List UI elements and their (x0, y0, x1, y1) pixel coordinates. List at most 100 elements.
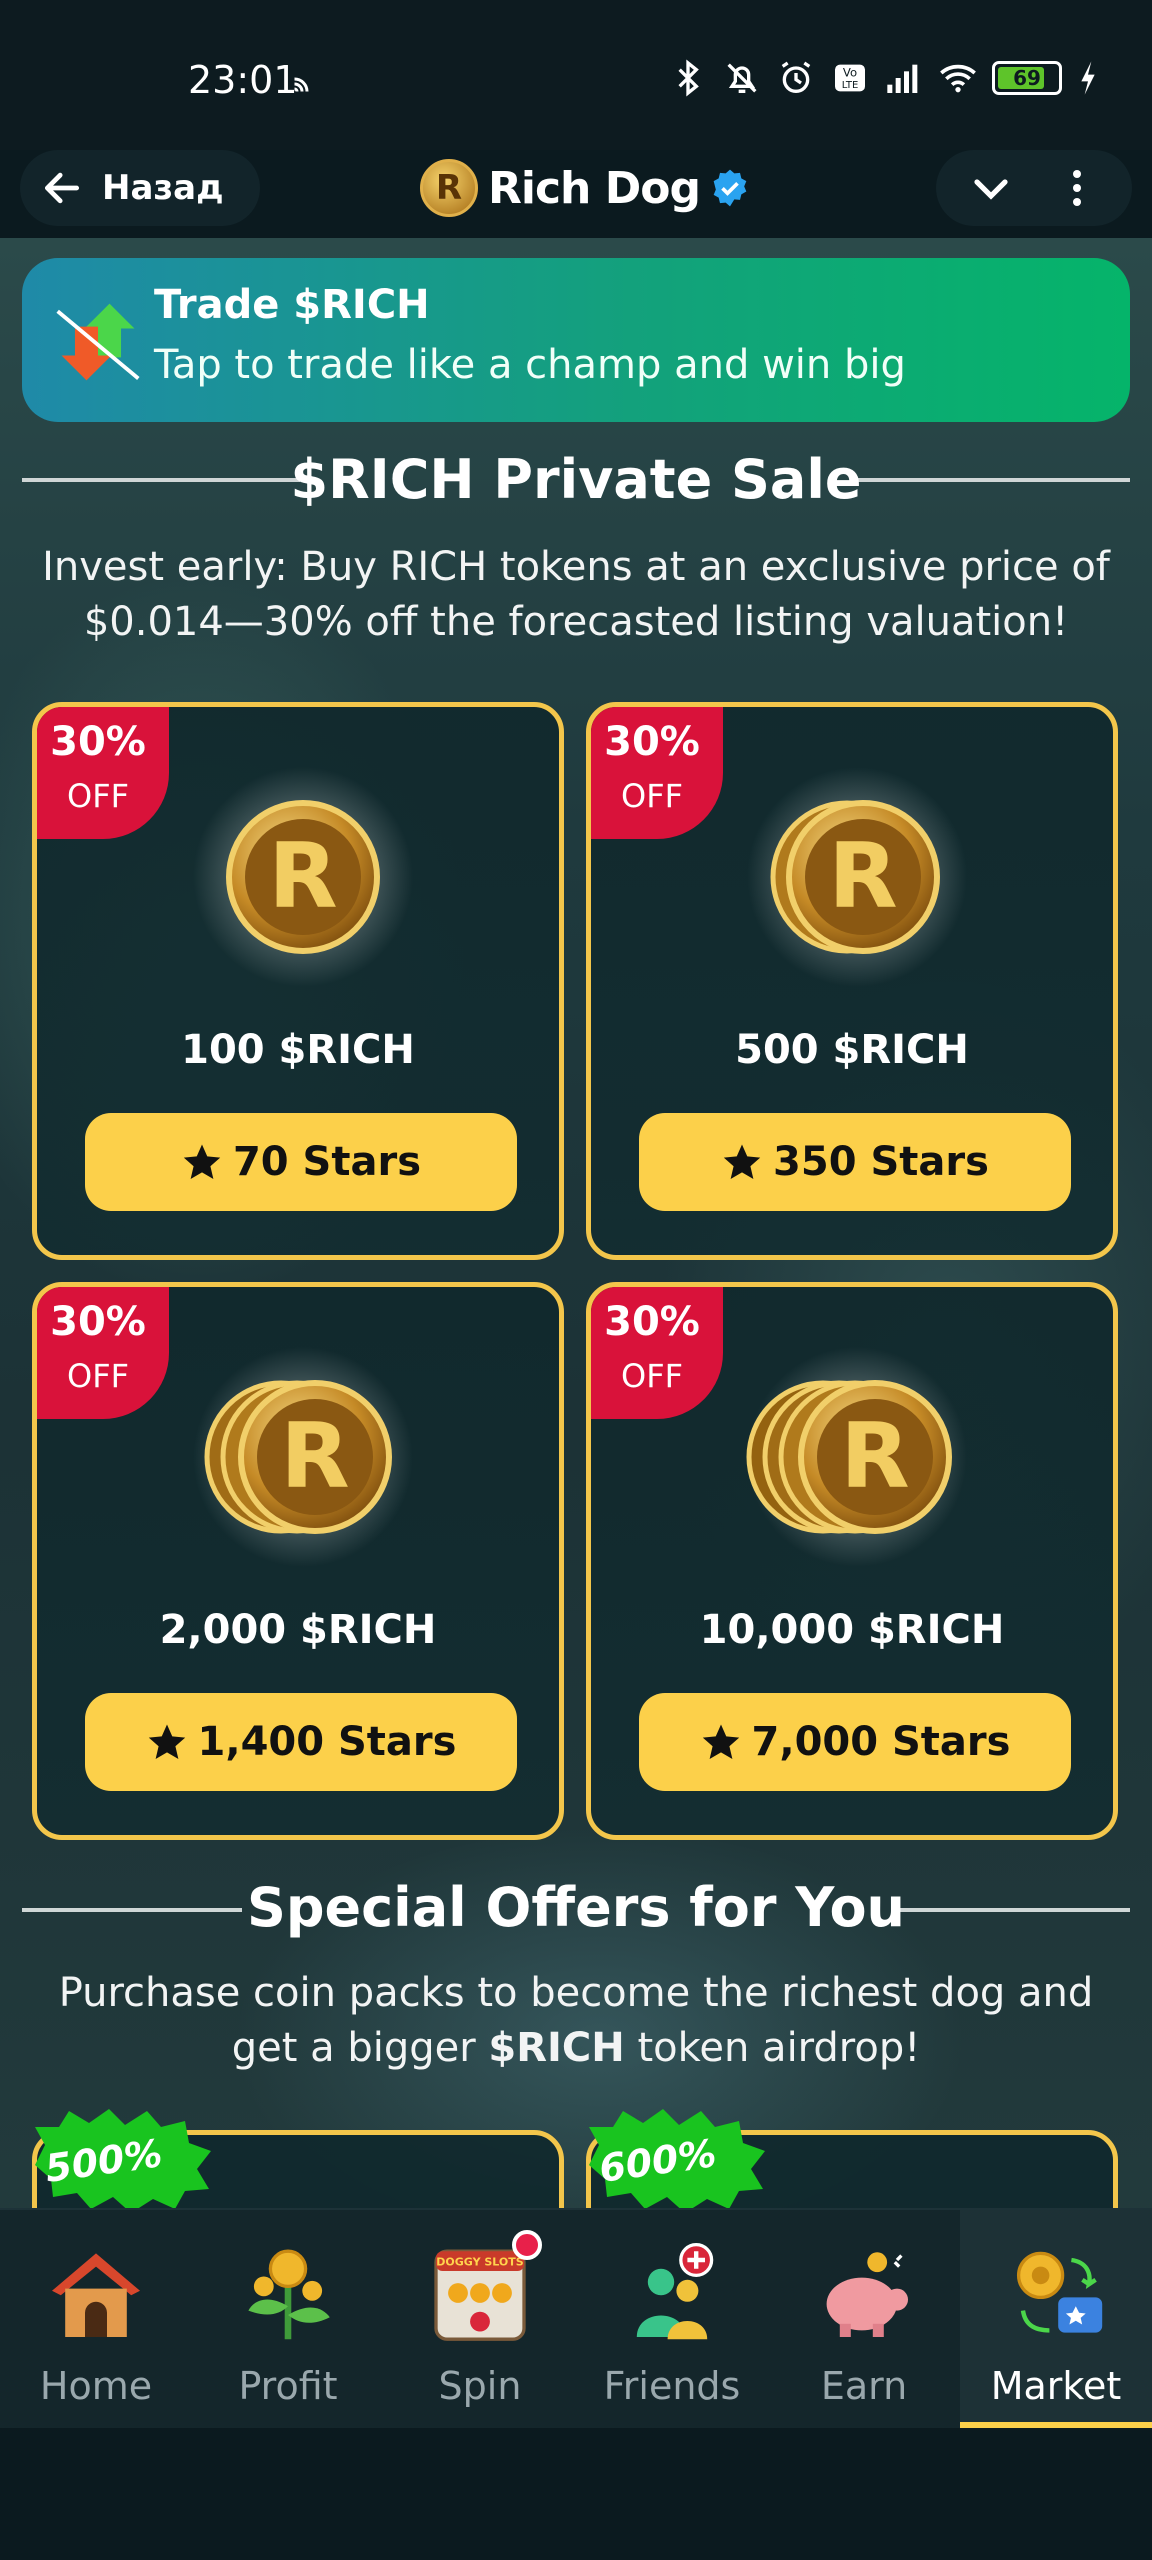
nav-profit[interactable]: Profit (192, 2210, 384, 2430)
buy-button[interactable]: 350 Stars (639, 1113, 1071, 1211)
svg-text:R: R (280, 1404, 349, 1509)
app-title: R Rich Dog (420, 150, 750, 226)
trade-arrows-icon (56, 303, 140, 381)
pack-card: 30% OFF R 10,000 $RICH 7,000 Stars (586, 1282, 1118, 1840)
bonus-badge: 600% (579, 2105, 779, 2208)
desc-line: Purchase coin packs to become the riches… (58, 1970, 1094, 2016)
chevron-down-icon[interactable] (967, 164, 1015, 212)
star-icon (702, 1724, 739, 1759)
private-sale-description: Invest early: Buy RICH tokens at an excl… (20, 540, 1132, 650)
system-navigation-area (0, 2428, 1152, 2560)
verified-icon (713, 169, 747, 207)
star-icon (148, 1724, 185, 1759)
wifi-icon (940, 64, 976, 93)
nav-spin[interactable]: DOGGY SLOTS Spin (384, 2210, 576, 2430)
trade-title: Trade $RICH (154, 282, 430, 328)
market-exchange-icon (1016, 2251, 1103, 2333)
pack-card: 30% OFF R 100 $RICH 70 Stars (32, 702, 564, 1260)
pack-card: 30% OFF R 2,000 $RICH 1,400 Stars (32, 1282, 564, 1840)
desc-line: Invest early: Buy RICH tokens at an excl… (42, 544, 1110, 590)
special-offers-title: Special Offers for You (247, 1876, 905, 1939)
discount-badge: 30% OFF (37, 707, 169, 839)
svg-text:R: R (268, 824, 337, 929)
back-button[interactable]: Назад (20, 150, 260, 226)
trade-banner[interactable]: Trade $RICH Tap to trade like a champ an… (22, 258, 1130, 422)
volte-icon: VoLTE (835, 64, 865, 92)
pack-card: 30% OFF R 500 $RICH 350 Stars (586, 702, 1118, 1260)
nav-market[interactable]: Market (960, 2210, 1152, 2430)
discount-badge: 30% OFF (591, 1287, 723, 1419)
money-plant-icon (248, 2249, 330, 2340)
nav-earn[interactable]: Earn (768, 2210, 960, 2430)
pack-amount: 500 $RICH (735, 1027, 969, 1073)
badge-percent: 30% (604, 719, 700, 765)
discount-badge: 30% OFF (591, 707, 723, 839)
nav-label: Profit (238, 2364, 338, 2408)
desc-line: get a bigger $RICH token airdrop! (20, 2021, 1132, 2076)
star-icon (183, 1144, 221, 1179)
notification-dot (512, 2230, 542, 2260)
offer-card[interactable]: 600% (586, 2109, 1118, 2208)
buy-price: 1,400 Stars (197, 1719, 457, 1765)
bonus-badge: 500% (25, 2105, 225, 2208)
coin-stack-icon: R (193, 1347, 413, 1567)
market-content: Trade $RICH Tap to trade like a champ an… (0, 238, 1152, 2208)
discount-badge: 30% OFF (37, 1287, 169, 1419)
mute-icon (727, 63, 757, 93)
battery-level: 69 (1013, 66, 1041, 90)
back-label: Назад (102, 168, 224, 208)
status-icons: Vo LTE 69 (668, 58, 1100, 98)
offer-card[interactable]: 500% (32, 2109, 564, 2208)
app-name: Rich Dog (488, 162, 701, 214)
svg-text:Vo: Vo (843, 65, 857, 79)
more-vertical-icon[interactable] (1053, 164, 1101, 212)
desc-bold: $RICH (488, 2025, 625, 2071)
trade-subtitle: Tap to trade like a champ and win big (154, 342, 906, 388)
alarm-icon (781, 61, 811, 93)
piggy-bank-icon (826, 2252, 908, 2337)
badge-off: OFF (67, 1357, 129, 1395)
nav-label: Friends (603, 2364, 741, 2408)
svg-text:R: R (828, 824, 897, 929)
badge-percent: 30% (604, 1299, 700, 1345)
badge-percent: 30% (50, 719, 146, 765)
dog-house-icon (52, 2253, 140, 2337)
bottom-navigation: Home Profit DOGGY SLOTS Spin Friends Ear… (0, 2208, 1152, 2430)
special-offers-description: Purchase coin packs to become the riches… (20, 1966, 1132, 2076)
friends-icon (636, 2242, 714, 2340)
app-header: Назад R Rich Dog (0, 150, 1152, 250)
buy-price: 350 Stars (773, 1139, 989, 1185)
nav-label: Market (990, 2364, 1122, 2408)
signal-icon (887, 64, 918, 93)
badge-off: OFF (67, 777, 129, 815)
buy-button[interactable]: 70 Stars (85, 1113, 517, 1211)
badge-off: OFF (621, 1357, 683, 1395)
coin-icon: R (193, 767, 413, 987)
pack-amount: 100 $RICH (181, 1027, 415, 1073)
badge-percent: 30% (50, 1299, 146, 1345)
slot-label: DOGGY SLOTS (436, 2256, 523, 2269)
badge-off: OFF (621, 777, 683, 815)
buy-button[interactable]: 7,000 Stars (639, 1693, 1071, 1791)
nav-home[interactable]: Home (0, 2210, 192, 2430)
desc-text: token airdrop! (624, 2025, 921, 2071)
svg-text:R: R (840, 1404, 909, 1509)
nav-label: Earn (820, 2364, 908, 2408)
rich-logo-icon: R (420, 159, 478, 217)
bluetooth-icon (678, 59, 699, 97)
coin-stack-icon: R (747, 767, 967, 987)
buy-price: 7,000 Stars (751, 1719, 1011, 1765)
star-icon (723, 1144, 761, 1179)
arrow-left-icon (44, 172, 80, 204)
coin-stack-icon: R (746, 1347, 967, 1567)
nav-friends[interactable]: Friends (576, 2210, 768, 2430)
header-actions (936, 150, 1132, 226)
battery-icon: 69 (992, 61, 1062, 95)
desc-text: get a bigger (231, 2025, 489, 2071)
cast-icon (294, 77, 309, 92)
pack-amount: 2,000 $RICH (159, 1607, 437, 1653)
nav-label: Spin (438, 2364, 522, 2408)
private-sale-title: $RICH Private Sale (290, 448, 862, 511)
buy-button[interactable]: 1,400 Stars (85, 1693, 517, 1791)
charging-icon (1081, 61, 1095, 95)
